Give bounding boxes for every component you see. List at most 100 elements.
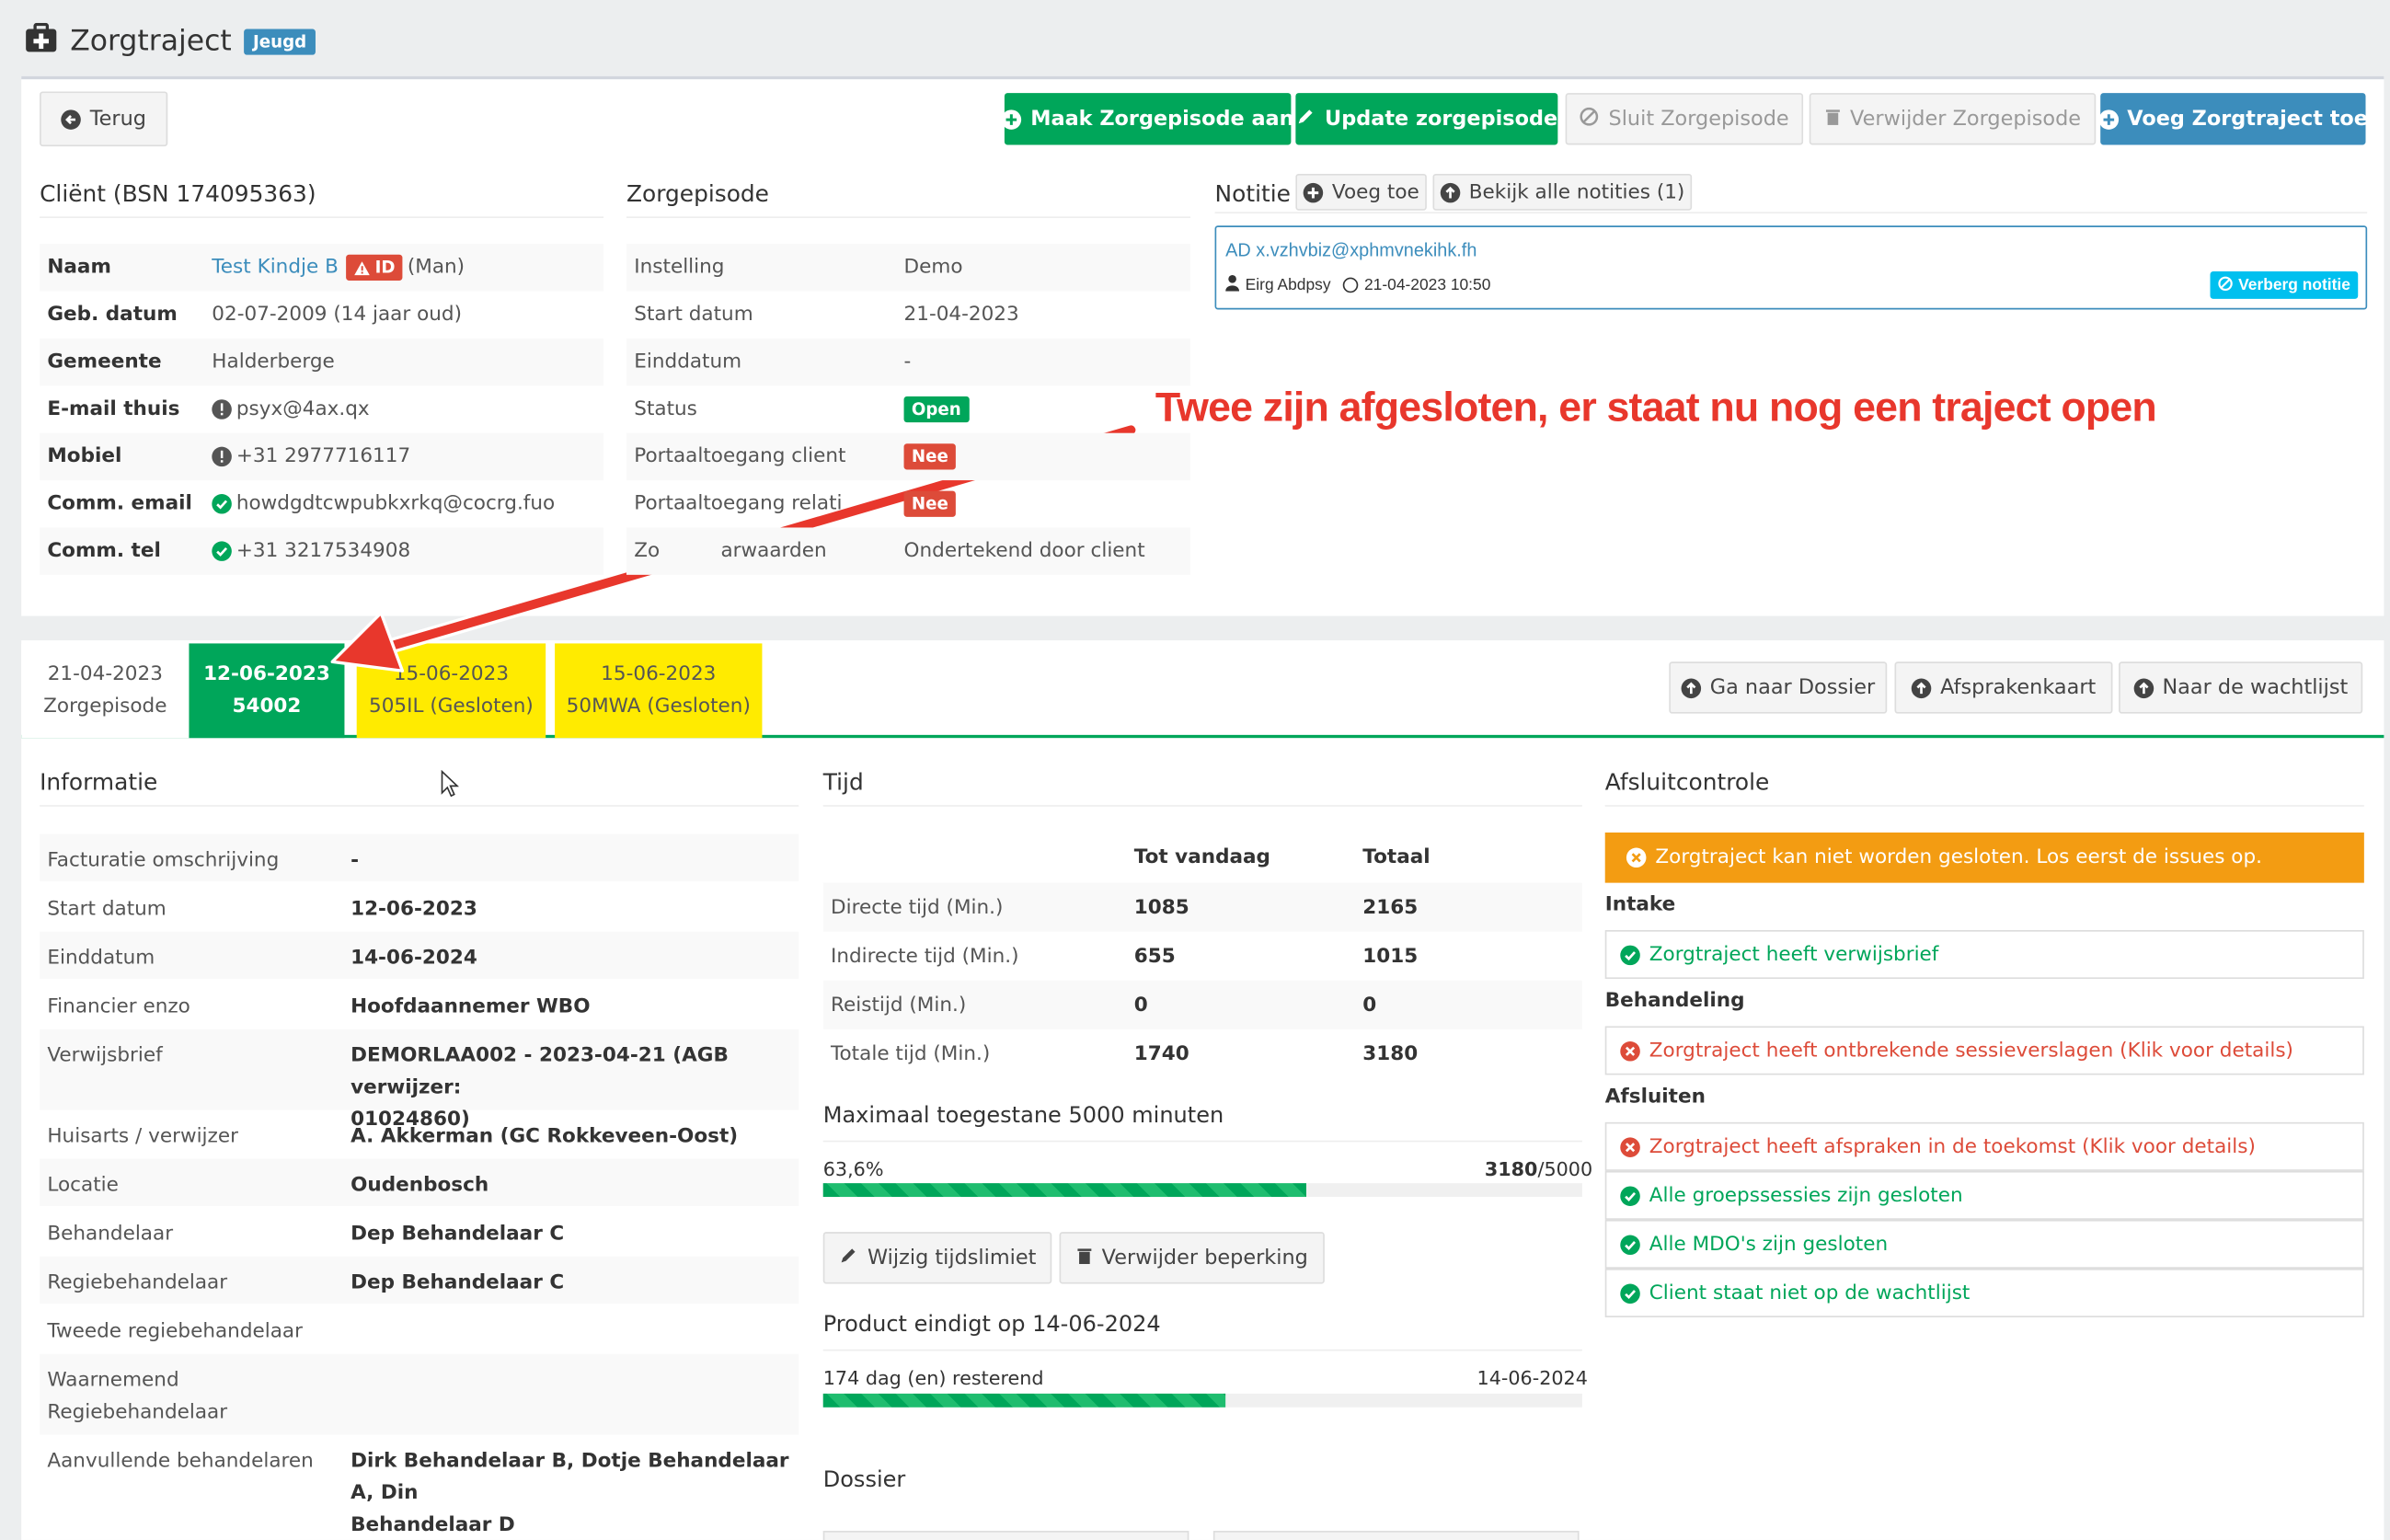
tab-505il[interactable]: 15-06-2023 505IL (Gesloten) — [356, 643, 546, 739]
episode-row: Portaaltoegang relati Nee — [626, 480, 1190, 527]
client-row-text: +31 3217534908 — [236, 539, 411, 563]
client-name-link[interactable]: Test Kindje B — [212, 256, 339, 279]
episode-title: Zorgepisode — [626, 180, 1191, 219]
check-item-error[interactable]: Zorgtraject heeft afspraken in de toekom… — [1604, 1121, 2364, 1171]
info-row-value: 14-06-2024 — [350, 942, 477, 974]
client-row: Geb. datum 02-07-2009 (14 jaar oud) — [40, 292, 603, 339]
close-episode-button[interactable]: Sluit Zorgepisode — [1565, 93, 1804, 145]
trash-icon — [1824, 106, 1841, 132]
client-row-text: psyx@4ax.qx — [236, 397, 370, 421]
info-key-line: Einddatum — [47, 947, 155, 971]
check-circle-icon — [1620, 1234, 1640, 1255]
episode-row-key: Portaaltoegang relati — [634, 492, 842, 515]
tab-50mwa[interactable]: 15-06-2023 50MWA (Gesloten) — [555, 643, 763, 739]
notes-title: Notitie — [1214, 179, 1291, 208]
back-label: Terug — [89, 107, 147, 132]
waitlist-button[interactable]: Naar de wachtlijst — [2119, 661, 2363, 714]
hide-note-button[interactable]: Verberg notitie — [2211, 271, 2359, 299]
check-item-text: Alle groepssessies zijn gesloten — [1649, 1183, 1963, 1207]
plus-circle-icon — [1303, 182, 1323, 202]
info-row-key: Tweede regiebehandelaar — [47, 1316, 303, 1348]
info-value-line: A. Akkerman (GC Rokkeveen-Oost) — [350, 1125, 739, 1149]
add-note-button[interactable]: Voeg toe — [1295, 173, 1427, 211]
closing-warning: Zorgtraject kan niet worden gesloten. Lo… — [1604, 832, 2364, 883]
tab-subtitle: 505IL (Gesloten) — [369, 695, 534, 718]
edit-time-limit-button[interactable]: Wijzig tijdslimiet — [822, 1232, 1052, 1284]
tab-subtitle: 50MWA (Gesloten) — [566, 695, 751, 718]
page: Zorgtraject Jeugd Terug Maak Zorgepisode… — [0, 0, 2390, 1540]
check-item-text: Zorgtraject heeft ontbrekende sessievers… — [1649, 1039, 2293, 1063]
arrow-circle-up-icon — [2132, 677, 2154, 698]
check-circle-icon — [212, 493, 232, 514]
episode-row-value: Open — [903, 396, 970, 423]
delete-episode-button[interactable]: Verwijder Zorgepisode — [1809, 93, 2097, 145]
time-row-key: Indirecte tijd (Min.) — [831, 944, 1019, 968]
go-to-dossier-button[interactable]: Ga naar Dossier — [1669, 661, 1888, 714]
info-row: Aanvullende behandelaren Dirk Behandelaar… — [40, 1435, 799, 1536]
episode-row-key: Zo arwaarden — [634, 540, 826, 563]
id-badge-text: ID — [374, 258, 396, 278]
create-episode-button[interactable]: Maak Zorgepisode aan — [1001, 93, 1294, 145]
info-row-key: Facturatie omschrijving — [47, 845, 279, 877]
check-item-ok: Client staat niet op de wachtlijst — [1604, 1268, 2364, 1317]
remove-limit-button[interactable]: Verwijder beperking — [1059, 1232, 1325, 1284]
create-episode-label: Maak Zorgepisode aan — [1030, 107, 1294, 132]
client-row-key: Geb. datum — [47, 303, 178, 327]
episode-row-key: Start datum — [634, 304, 753, 327]
info-row-value: Dep Behandelaar C — [350, 1267, 564, 1299]
episode-row-value: Nee — [903, 490, 957, 517]
tab-54002[interactable]: 12-06-2023 54002 — [189, 643, 345, 739]
add-trajectory-button[interactable]: Voeg Zorgtraject toe — [2097, 93, 2368, 145]
time-row-key: Totale tijd (Min.) — [831, 1041, 991, 1065]
check-item-error[interactable]: Zorgtraject heeft ontbrekende sessievers… — [1604, 1026, 2364, 1075]
check-item-text: Zorgtraject heeft afspraken in de toekom… — [1649, 1134, 2256, 1158]
col-header-today: Tot vandaag — [1133, 845, 1271, 869]
episode-key-text: Zo — [634, 539, 661, 563]
info-value-line: Oudenbosch — [350, 1174, 489, 1198]
note-date: 21-04-2023 10:50 — [1364, 275, 1491, 294]
ban-icon — [2219, 275, 2235, 295]
product-end-date: 14-06-2024 — [1477, 1366, 1588, 1389]
time-table-header: Tot vandaag Totaal — [823, 834, 1582, 881]
dossier-button-partial[interactable] — [822, 1531, 1189, 1540]
medkit-icon — [25, 22, 58, 60]
info-row-value: 12-06-2023 — [350, 893, 477, 925]
update-episode-button[interactable]: Update zorgepisode — [1295, 93, 1558, 145]
info-row: Verwijsbrief DEMORLAA002 - 2023-04-21 (AG… — [40, 1029, 799, 1132]
appointment-card-button[interactable]: Afsprakenkaart — [1894, 661, 2113, 714]
note-meta: Eirg Abdpsy 21-04-2023 10:50 — [1225, 274, 1490, 295]
dossier-button-partial[interactable] — [1212, 1531, 1580, 1540]
client-row-value: psyx@4ax.qx — [212, 397, 370, 421]
tab-zorgepisode[interactable]: 21-04-2023 Zorgepisode — [21, 643, 190, 739]
client-row-value: Test Kindje B ID (Man) — [212, 254, 465, 281]
check-item-ok: Alle MDO's zijn gesloten — [1604, 1219, 2364, 1269]
add-note-label: Voeg toe — [1331, 180, 1419, 204]
client-gender: (Man) — [407, 256, 465, 280]
plus-circle-icon — [1001, 109, 1022, 130]
times-circle-icon — [1620, 1040, 1640, 1061]
info-key-line: Huisarts / verwijzer — [47, 1125, 238, 1149]
product-progress-fill — [822, 1393, 1226, 1408]
arrow-circle-up-icon — [1911, 677, 1932, 698]
info-row-key: Start datum — [47, 893, 166, 925]
view-all-notes-button[interactable]: Bekijk alle notities (1) — [1432, 173, 1693, 211]
warning-icon — [354, 260, 370, 275]
episode-key-text: Portaaltoegang client — [634, 444, 846, 468]
episode-key-text: Start datum — [634, 303, 753, 327]
note-author: Eirg Abdpsy — [1245, 275, 1331, 294]
arrow-circle-icon — [1440, 182, 1460, 202]
episode-key-text: arwaarden — [720, 539, 827, 563]
note-card: AD x.vzhvbiz@xphmvnekihk.fh Eirg Abdpsy … — [1214, 225, 2368, 310]
view-all-notes-label: Bekijk alle notities (1) — [1468, 180, 1685, 204]
info-key-line: Aanvullende behandelaren — [47, 1450, 314, 1474]
client-row-key: E-mail thuis — [47, 397, 180, 421]
info-row-key: Huisarts / verwijzer — [47, 1121, 238, 1153]
back-button[interactable]: Terug — [40, 91, 168, 147]
times-circle-icon — [1626, 847, 1647, 868]
client-row-value: +31 3217534908 — [212, 540, 410, 563]
episode-row-value: Nee — [903, 443, 957, 470]
col-header-total: Totaal — [1362, 845, 1431, 869]
client-row: Comm. tel +31 3217534908 — [40, 527, 604, 575]
info-row: Start datum 12-06-2023 — [40, 883, 799, 930]
info-row: Behandelaar Dep Behandelaar C — [40, 1208, 799, 1255]
